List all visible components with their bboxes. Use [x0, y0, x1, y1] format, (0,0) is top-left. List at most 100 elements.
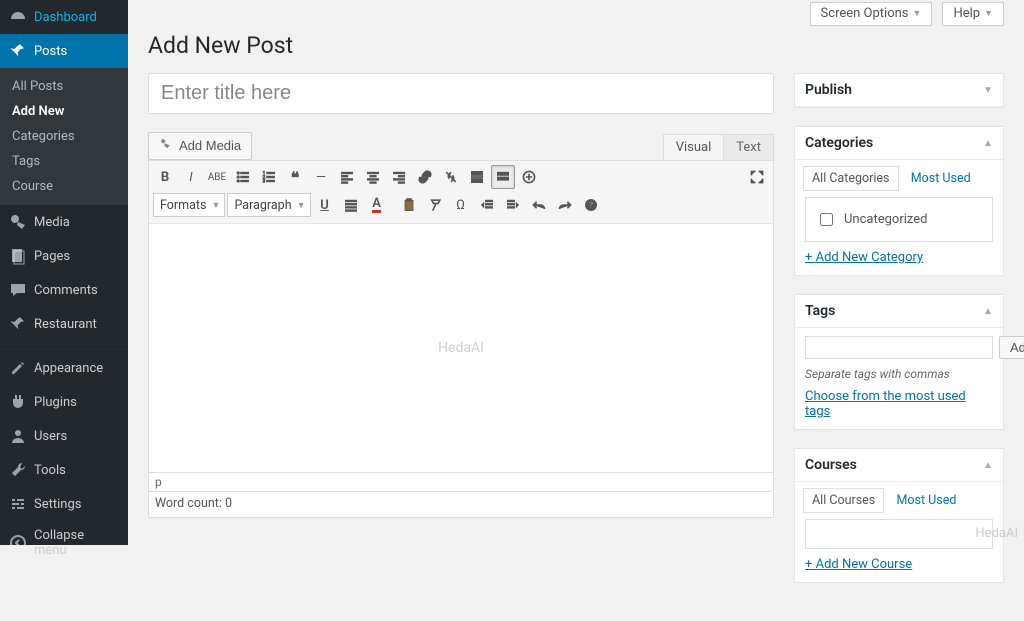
- sidebar-item-dashboard[interactable]: Dashboard: [0, 0, 128, 34]
- panel-categories-toggle[interactable]: Categories ▲: [795, 127, 1003, 160]
- help-icon-button[interactable]: ?: [579, 193, 603, 217]
- sidebar-item-users[interactable]: Users: [0, 419, 128, 453]
- sidebar-sub-categories[interactable]: Categories: [0, 124, 128, 149]
- hr-button[interactable]: —: [309, 165, 333, 189]
- panel-publish-toggle[interactable]: Publish ▼: [795, 74, 1003, 107]
- help-button[interactable]: Help ▼: [942, 2, 1004, 26]
- justify-button[interactable]: [339, 193, 363, 217]
- text-color-button[interactable]: A: [365, 193, 389, 217]
- panel-tags: Tags ▲ Add Separate tags with commas Cho…: [794, 294, 1004, 430]
- add-media-button[interactable]: Add Media: [148, 132, 252, 160]
- panel-courses-toggle[interactable]: Courses ▲: [795, 449, 1003, 482]
- editor-toolbar: B I ABE 123 ❝ —: [148, 160, 774, 223]
- sidebar-item-pages[interactable]: Pages: [0, 239, 128, 273]
- sidebar-label: Media: [34, 215, 70, 230]
- category-checkbox-uncategorized[interactable]: Uncategorized: [816, 210, 982, 229]
- panel-title: Courses: [805, 457, 857, 473]
- admin-sidebar: Dashboard Posts All Posts Add New Catego…: [0, 0, 128, 545]
- pages-icon: [8, 246, 28, 266]
- sidebar-sub-all-posts[interactable]: All Posts: [0, 74, 128, 99]
- undo-button[interactable]: [527, 193, 551, 217]
- chevron-down-icon: ▼: [297, 200, 306, 211]
- chevron-down-icon: ▼: [913, 8, 922, 19]
- tags-input[interactable]: [805, 336, 993, 359]
- watermark-footer: HedaAI: [975, 526, 1018, 541]
- checkbox[interactable]: [820, 213, 833, 226]
- blockquote-button[interactable]: ❝: [283, 165, 307, 189]
- chevron-down-icon: ▼: [984, 8, 993, 19]
- fullscreen-button[interactable]: [745, 165, 769, 189]
- choose-tags-link[interactable]: Choose from the most used tags: [805, 389, 993, 419]
- strikethrough-button[interactable]: ABE: [205, 165, 229, 189]
- tags-hint: Separate tags with commas: [805, 367, 993, 381]
- watermark: HedaAI: [438, 340, 484, 356]
- sidebar-item-tools[interactable]: Tools: [0, 453, 128, 487]
- kitchensink-button[interactable]: [491, 165, 515, 189]
- settings-icon: [8, 494, 28, 514]
- dashboard-icon: [8, 7, 28, 27]
- align-right-button[interactable]: [387, 165, 411, 189]
- readmore-button[interactable]: [465, 165, 489, 189]
- add-media-label: Add Media: [179, 138, 241, 153]
- bold-button[interactable]: B: [153, 165, 177, 189]
- categories-tab-most[interactable]: Most Used: [902, 166, 980, 191]
- page-title: Add New Post: [148, 32, 1004, 59]
- courses-tab-all[interactable]: All Courses: [803, 488, 884, 513]
- sidebar-label: Settings: [34, 497, 81, 512]
- bullet-list-button[interactable]: [231, 165, 255, 189]
- chevron-down-icon: ▼: [983, 85, 993, 96]
- sidebar-label: Tools: [34, 463, 66, 478]
- add-block-button[interactable]: [517, 165, 541, 189]
- sidebar-sub-add-new[interactable]: Add New: [0, 99, 128, 124]
- sidebar-item-plugins[interactable]: Plugins: [0, 385, 128, 419]
- editor-tab-text[interactable]: Text: [724, 134, 774, 160]
- svg-text:3: 3: [263, 179, 266, 185]
- outdent-button[interactable]: [475, 193, 499, 217]
- redo-button[interactable]: [553, 193, 577, 217]
- sidebar-sub-course[interactable]: Course: [0, 174, 128, 199]
- paste-text-button[interactable]: [397, 193, 421, 217]
- panel-title: Tags: [805, 303, 835, 319]
- clear-formatting-button[interactable]: [423, 193, 447, 217]
- pin-icon: [8, 41, 28, 61]
- courses-tab-most[interactable]: Most Used: [888, 488, 966, 513]
- plugins-icon: [8, 392, 28, 412]
- paragraph-select[interactable]: Paragraph▼: [227, 193, 310, 217]
- screen-options-button[interactable]: Screen Options▼: [810, 2, 933, 26]
- sidebar-item-posts[interactable]: Posts: [0, 34, 128, 68]
- add-new-course-link[interactable]: + Add New Course: [805, 557, 912, 572]
- sidebar-item-restaurant[interactable]: Restaurant: [0, 307, 128, 341]
- editor-tab-visual[interactable]: Visual: [663, 134, 725, 160]
- numbered-list-button[interactable]: 123: [257, 165, 281, 189]
- categories-tab-all[interactable]: All Categories: [803, 166, 899, 191]
- comments-icon: [8, 280, 28, 300]
- sidebar-item-comments[interactable]: Comments: [0, 273, 128, 307]
- chevron-up-icon: ▲: [983, 306, 993, 317]
- indent-button[interactable]: [501, 193, 525, 217]
- panel-publish: Publish ▼: [794, 73, 1004, 108]
- special-char-button[interactable]: Ω: [449, 193, 473, 217]
- unlink-button[interactable]: [439, 165, 463, 189]
- italic-button[interactable]: I: [179, 165, 203, 189]
- editor-content[interactable]: HedaAI: [148, 223, 774, 473]
- align-left-button[interactable]: [335, 165, 359, 189]
- chevron-down-icon: ▼: [212, 200, 221, 211]
- users-icon: [8, 426, 28, 446]
- sidebar-label: Posts: [34, 44, 67, 59]
- sidebar-item-media[interactable]: Media: [0, 205, 128, 239]
- post-title-input[interactable]: [148, 73, 774, 114]
- add-new-category-link[interactable]: + Add New Category: [805, 250, 923, 265]
- align-center-button[interactable]: [361, 165, 385, 189]
- formats-select[interactable]: Formats▼: [153, 193, 225, 217]
- help-label: Help: [953, 6, 980, 21]
- sidebar-sub-tags[interactable]: Tags: [0, 149, 128, 174]
- sidebar-label: Users: [34, 429, 67, 444]
- sidebar-item-appearance[interactable]: Appearance: [0, 351, 128, 385]
- add-tag-button[interactable]: Add: [999, 336, 1024, 359]
- link-button[interactable]: [413, 165, 437, 189]
- panel-title: Publish: [805, 82, 852, 98]
- sidebar-item-settings[interactable]: Settings: [0, 487, 128, 521]
- underline-button[interactable]: U: [313, 193, 337, 217]
- panel-tags-toggle[interactable]: Tags ▲: [795, 295, 1003, 328]
- panel-title: Categories: [805, 135, 873, 151]
